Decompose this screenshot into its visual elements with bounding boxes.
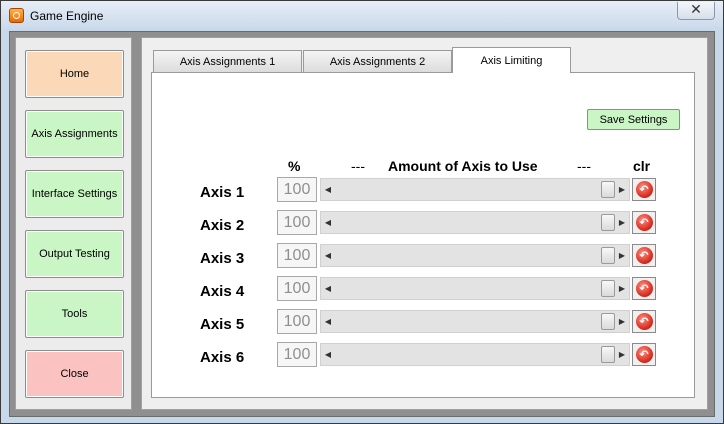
client-area: Home Axis Assignments Interface Settings… bbox=[9, 31, 715, 417]
slider-right-arrow-icon[interactable]: ▶ bbox=[616, 182, 628, 197]
slider-left-arrow-icon[interactable]: ◀ bbox=[322, 182, 334, 197]
window-title: Game Engine bbox=[30, 9, 104, 23]
percent-field[interactable]: 100 bbox=[277, 243, 317, 268]
axis-row: Axis 1 100 ◀ ▶ ↶ bbox=[152, 177, 696, 210]
clear-button[interactable]: ↶ bbox=[632, 178, 656, 201]
axis-assignments-button[interactable]: Axis Assignments bbox=[25, 110, 124, 158]
axis-row: Axis 4 100 ◀ ▶ ↶ bbox=[152, 276, 696, 309]
clear-button[interactable]: ↶ bbox=[632, 211, 656, 234]
axis-label: Axis 6 bbox=[200, 349, 245, 366]
axis-row: Axis 5 100 ◀ ▶ ↶ bbox=[152, 309, 696, 342]
percent-header: % bbox=[288, 158, 301, 174]
axis-label: Axis 1 bbox=[200, 184, 245, 201]
slider-thumb[interactable] bbox=[601, 346, 615, 363]
clear-button[interactable]: ↶ bbox=[632, 343, 656, 366]
dash-left: --- bbox=[351, 158, 365, 174]
app-window: Game Engine ✕ Home Axis Assignments Inte… bbox=[0, 0, 724, 424]
slider-right-arrow-icon[interactable]: ▶ bbox=[616, 248, 628, 263]
slider-thumb[interactable] bbox=[601, 214, 615, 231]
percent-field[interactable]: 100 bbox=[277, 309, 317, 334]
slider-right-arrow-icon[interactable]: ▶ bbox=[616, 347, 628, 362]
axis-label: Axis 4 bbox=[200, 283, 245, 300]
slider-right-arrow-icon[interactable]: ▶ bbox=[616, 215, 628, 230]
tab-axis-assignments-1[interactable]: Axis Assignments 1 bbox=[153, 50, 302, 72]
axis-slider[interactable]: ◀ ▶ bbox=[320, 178, 630, 201]
undo-icon: ↶ bbox=[635, 214, 653, 231]
percent-field[interactable]: 100 bbox=[277, 276, 317, 301]
slider-left-arrow-icon[interactable]: ◀ bbox=[322, 281, 334, 296]
axis-label: Axis 5 bbox=[200, 316, 245, 333]
slider-thumb[interactable] bbox=[601, 313, 615, 330]
axis-slider[interactable]: ◀ ▶ bbox=[320, 310, 630, 333]
axis-slider[interactable]: ◀ ▶ bbox=[320, 211, 630, 234]
undo-icon: ↶ bbox=[635, 181, 653, 198]
clear-button[interactable]: ↶ bbox=[632, 310, 656, 333]
tools-button[interactable]: Tools bbox=[25, 290, 124, 338]
axis-limiting-page: Save Settings % --- Amount of Axis to Us… bbox=[151, 72, 695, 398]
axis-row: Axis 2 100 ◀ ▶ ↶ bbox=[152, 210, 696, 243]
amount-header: Amount of Axis to Use bbox=[388, 158, 538, 174]
app-icon bbox=[9, 8, 24, 23]
interface-settings-button[interactable]: Interface Settings bbox=[25, 170, 124, 218]
axis-row: Axis 3 100 ◀ ▶ ↶ bbox=[152, 243, 696, 276]
tab-axis-assignments-2[interactable]: Axis Assignments 2 bbox=[303, 50, 452, 72]
tab-axis-limiting[interactable]: Axis Limiting bbox=[452, 47, 571, 73]
undo-icon: ↶ bbox=[635, 280, 653, 297]
slider-thumb[interactable] bbox=[601, 181, 615, 198]
undo-icon: ↶ bbox=[635, 313, 653, 330]
clr-header: clr bbox=[633, 158, 651, 174]
clear-button[interactable]: ↶ bbox=[632, 244, 656, 267]
main-panel: Axis Assignments 1 Axis Assignments 2 Ax… bbox=[141, 37, 708, 410]
save-settings-button[interactable]: Save Settings bbox=[587, 109, 680, 130]
axis-slider[interactable]: ◀ ▶ bbox=[320, 343, 630, 366]
slider-thumb[interactable] bbox=[601, 247, 615, 264]
slider-right-arrow-icon[interactable]: ▶ bbox=[616, 281, 628, 296]
sidebar: Home Axis Assignments Interface Settings… bbox=[15, 37, 132, 410]
home-button[interactable]: Home bbox=[25, 50, 124, 98]
axis-label: Axis 3 bbox=[200, 250, 245, 267]
clear-button[interactable]: ↶ bbox=[632, 277, 656, 300]
slider-left-arrow-icon[interactable]: ◀ bbox=[322, 347, 334, 362]
dash-right: --- bbox=[577, 158, 591, 174]
percent-field[interactable]: 100 bbox=[277, 177, 317, 202]
slider-left-arrow-icon[interactable]: ◀ bbox=[322, 215, 334, 230]
title-bar[interactable]: Game Engine ✕ bbox=[1, 1, 723, 31]
axis-slider[interactable]: ◀ ▶ bbox=[320, 277, 630, 300]
slider-left-arrow-icon[interactable]: ◀ bbox=[322, 314, 334, 329]
undo-icon: ↶ bbox=[635, 346, 653, 363]
slider-right-arrow-icon[interactable]: ▶ bbox=[616, 314, 628, 329]
close-button[interactable]: Close bbox=[25, 350, 124, 398]
slider-left-arrow-icon[interactable]: ◀ bbox=[322, 248, 334, 263]
percent-field[interactable]: 100 bbox=[277, 210, 317, 235]
axis-row: Axis 6 100 ◀ ▶ ↶ bbox=[152, 342, 696, 375]
axis-label: Axis 2 bbox=[200, 217, 245, 234]
output-testing-button[interactable]: Output Testing bbox=[25, 230, 124, 278]
window-close-button[interactable]: ✕ bbox=[677, 2, 715, 20]
undo-icon: ↶ bbox=[635, 247, 653, 264]
percent-field[interactable]: 100 bbox=[277, 342, 317, 367]
slider-thumb[interactable] bbox=[601, 280, 615, 297]
axis-slider[interactable]: ◀ ▶ bbox=[320, 244, 630, 267]
